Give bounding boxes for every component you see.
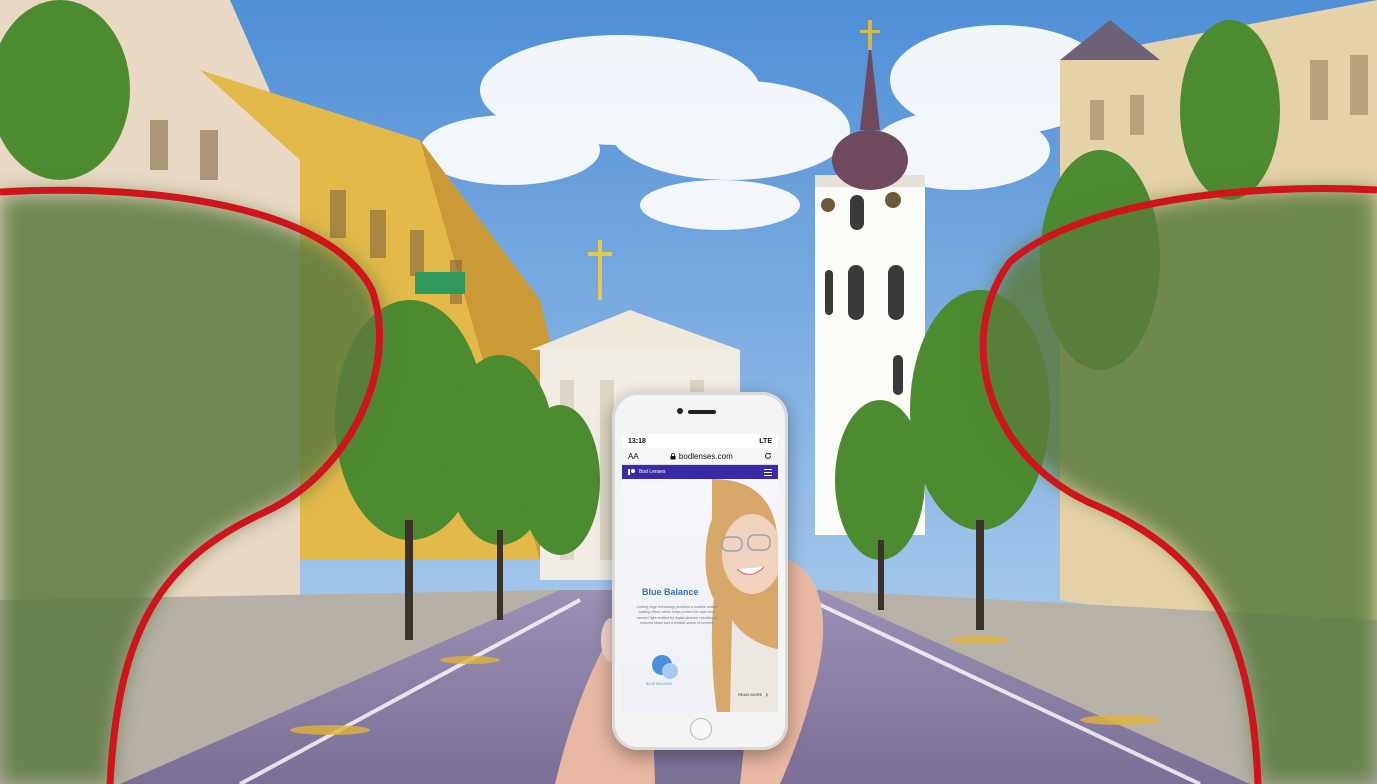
reload-icon[interactable] [764,452,772,460]
status-bar: 13:18 LTE [622,434,778,448]
phone-screen: 13:18 LTE AA bodlenses.com Bod Lenses Bl… [622,434,778,712]
read-more-link[interactable]: READ MORE › [738,689,768,699]
reader-mode-button[interactable]: AA [628,452,639,461]
product-logo-text: BLUE BALANCE [646,682,673,686]
url-text: bodlenses.com [678,451,733,461]
hero-banner: Blue Balance Cutting edge technology pro… [622,479,778,712]
chevron-right-icon: › [765,689,768,699]
front-camera [677,408,683,414]
browser-address-bar[interactable]: AA bodlenses.com [622,448,778,465]
status-time: 13:18 [628,437,646,445]
read-more-label: READ MORE [738,692,763,697]
hero-title: Blue Balance [642,587,699,597]
lock-icon [670,452,676,459]
status-signal: LTE [759,437,772,445]
brand-name: Bod Lenses [639,469,666,475]
home-button[interactable] [690,718,712,740]
hero-description: Cutting edge technology provides a durab… [636,605,718,626]
brand-logo-icon [628,469,635,475]
site-navbar: Bod Lenses [622,465,778,479]
earpiece-speaker [688,410,716,414]
hamburger-icon[interactable] [764,468,772,476]
smartphone: 13:18 LTE AA bodlenses.com Bod Lenses Bl… [612,392,788,750]
